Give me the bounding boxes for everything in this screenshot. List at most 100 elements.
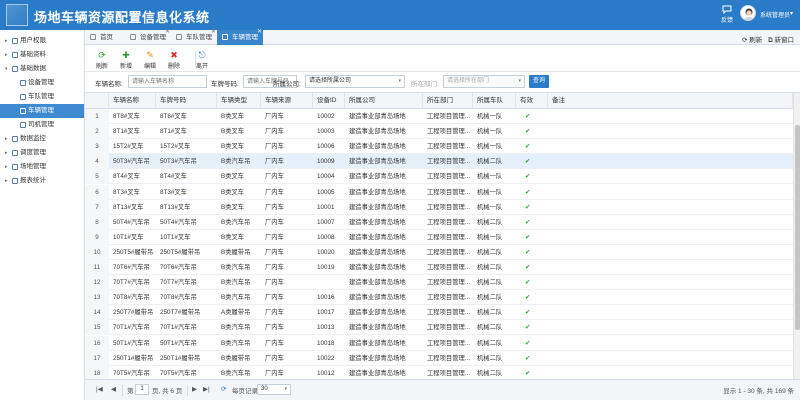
table-cell: 工程项目管理... <box>427 143 471 151</box>
table-row[interactable]: 8 50T4#汽车吊 50T4#汽车吊 B类汽车吊 厂内车 10007 建造事业部青岛场地 工… <box>85 214 793 230</box>
user-name[interactable]: 系统管理员 <box>760 10 790 19</box>
avatar[interactable] <box>740 5 756 21</box>
page-prefix: 第 <box>127 388 134 395</box>
chevron-icon: ▸ <box>5 164 8 170</box>
table-row[interactable]: 10 250T5#履带吊 250T5#履带吊 B类履带吊 厂内车 10020 建造事业部青岛… <box>85 244 793 260</box>
close-icon[interactable]: ✕ <box>257 25 262 40</box>
sidebar-item[interactable]: 司机管理 <box>0 118 84 132</box>
vertical-scrollbar[interactable] <box>793 93 800 380</box>
refresh-tab-button[interactable]: ⟳ 刷新 <box>742 34 762 44</box>
table-cell <box>548 336 588 351</box>
sidebar-item[interactable]: ▾ 基础数据 <box>0 62 84 76</box>
close-icon[interactable]: ✕ <box>165 25 170 40</box>
sidebar-item-label: 车辆管理 <box>28 107 54 114</box>
company-select[interactable]: 请选择所属公司 ▾ <box>305 75 405 88</box>
page-size-select[interactable]: 30 ▾ <box>257 384 291 395</box>
tab-fleet-management[interactable]: 车队管理 ✕ <box>171 29 217 45</box>
dept-label: 所在部门: <box>411 81 439 88</box>
add-button[interactable]: ✚ 新增 <box>115 50 137 70</box>
sidebar-item[interactable]: 车辆管理 <box>0 104 84 118</box>
tab-device-management[interactable]: 设备管理 ✕ <box>125 29 171 45</box>
vehicle-name-label: 车辆名称: <box>95 81 123 88</box>
table-row[interactable]: 15 70T1#汽车吊 70T1#汽车吊 B类汽车吊 厂内车 10013 建造事业部青岛场地… <box>85 320 793 336</box>
chevron-down-icon[interactable]: ▾ <box>790 10 793 17</box>
table-row[interactable]: 13 70T8#汽车吊 70T8#汽车吊 B类汽车吊 厂内车 10016 建造事业部青岛场地… <box>85 290 793 306</box>
table-row[interactable]: 18 70T5#汽车吊 70T5#汽车吊 B类汽车吊 厂内车 10012 建造事业部青岛场地… <box>85 365 793 380</box>
column-header[interactable]: 有效 <box>516 93 548 109</box>
page-icon <box>20 122 26 128</box>
close-icon[interactable]: ✕ <box>211 25 216 40</box>
table-row[interactable]: 16 50T1#汽车吊 50T1#汽车吊 B类汽车吊 厂内车 10018 建造事业部青岛场地… <box>85 335 793 351</box>
pager-refresh-icon[interactable]: ⟳ <box>221 385 226 393</box>
last-page-button[interactable]: ▶| <box>203 385 210 393</box>
search-button[interactable]: 查询 <box>529 75 549 88</box>
column-header[interactable]: 车辆类型 <box>217 93 261 109</box>
table-header: 车辆名称 车牌号码 车辆类型 车辆来源 设备ID 所属公司 所在部门 所属车队 有效 备注 <box>85 93 793 109</box>
scrollbar-thumb[interactable] <box>795 125 800 330</box>
sidebar-item[interactable]: ▸ 用户权限 <box>0 34 84 48</box>
column-header[interactable]: 车辆名称 <box>109 93 156 109</box>
table-cell: 70T1#汽车吊 <box>113 324 150 332</box>
next-page-button[interactable]: ▶ <box>192 385 197 393</box>
table-row[interactable]: 6 8T3#叉车 8T3#叉车 B类叉车 厂内车 10005 建造事业部青岛场地 工程项目管理… <box>85 184 793 200</box>
table-cell <box>548 109 588 124</box>
sidebar-item[interactable]: ▸ 场地管理 <box>0 160 84 174</box>
table-cell <box>548 215 588 230</box>
new-window-button[interactable]: ⧉ 新窗口 <box>768 34 794 45</box>
sidebar-item[interactable]: ▸ 调度管理 <box>0 146 84 160</box>
table-cell: 建造事业部青岛场地 <box>349 264 406 271</box>
delete-button[interactable]: ✖ 删除 <box>163 50 185 70</box>
column-header[interactable]: 车辆来源 <box>261 93 313 109</box>
column-header[interactable]: 所属公司 <box>345 93 423 109</box>
sidebar-item[interactable]: 车队管理 <box>0 90 84 104</box>
sidebar-item-label: 基础数据 <box>20 65 46 72</box>
table-cell: 厂内车 <box>265 143 284 151</box>
column-header[interactable]: 所属车队 <box>473 93 516 109</box>
chevron-icon: ▸ <box>5 52 8 58</box>
table-cell: 机械二队 <box>477 158 503 166</box>
table-row[interactable]: 17 250T1#履带吊 250T1#履带吊 B类履带吊 厂内车 10022 建造事业部青岛… <box>85 350 793 366</box>
sidebar-item[interactable]: 设备管理 <box>0 76 84 90</box>
table-cell: 机械二队 <box>477 309 503 317</box>
table-row[interactable]: 2 8T1#叉车 8T1#叉车 B类叉车 厂内车 10003 建造事业部青岛场地 工程项目管理… <box>85 124 793 140</box>
table-cell: 工程项目管理... <box>427 128 471 136</box>
column-header[interactable]: 所在部门 <box>423 93 473 109</box>
table-cell: 10001 <box>317 203 335 211</box>
valid-check-icon: ✔ <box>525 113 531 120</box>
sidebar-item[interactable]: ▸ 报表统计 <box>0 174 84 188</box>
tab-home[interactable]: 首页 <box>85 30 125 45</box>
table-row[interactable]: 4 50T3#汽车吊 50T3#汽车吊 B类汽车吊 厂内车 10009 建造事业部青岛场地 工… <box>85 154 793 170</box>
column-header[interactable]: 设备ID <box>313 93 345 109</box>
table-cell: B类叉车 <box>221 143 245 151</box>
sidebar-item[interactable]: ▸ 数据监控 <box>0 132 84 146</box>
table-row[interactable]: 1 8T8#叉车 8T8#叉车 B类叉车 厂内车 10002 建造事业部青岛场地 工程项目管理… <box>85 109 793 125</box>
first-page-button[interactable]: |◀ <box>96 385 103 393</box>
table-row[interactable]: 11 70T6#汽车吊 70T6#汽车吊 B类汽车吊 厂内车 10019 建造事业部青岛场地… <box>85 260 793 276</box>
sidebar-item-label: 报表统计 <box>20 177 46 184</box>
table-row[interactable]: 5 8T4#叉车 8T4#叉车 B类叉车 厂内车 10004 建造事业部青岛场地 工程项目管理… <box>85 169 793 185</box>
table-cell: 建造事业部青岛场地 <box>349 203 406 211</box>
dept-select[interactable]: 请选择所在部门 ▾ <box>443 75 525 88</box>
column-header[interactable]: 备注 <box>548 93 793 109</box>
table-row[interactable]: 7 8T13#叉车 8T13#叉车 B类叉车 厂内车 10001 建造事业部青岛场地 工程项目… <box>85 199 793 215</box>
refresh-button[interactable]: ⟳ 刷新 <box>91 50 113 70</box>
prev-page-button[interactable]: ◀ <box>111 385 116 393</box>
vehicle-name-input[interactable] <box>128 75 207 88</box>
row-number: 15 <box>85 320 109 336</box>
table-row[interactable]: 14 250T7#履带吊 250T7#履带吊 A类履带吊 厂内车 10017 建造事业部青岛… <box>85 305 793 321</box>
table-row[interactable]: 3 15T2#叉车 15T2#叉车 B类叉车 厂内车 10006 建造事业部青岛场地 工程项目… <box>85 139 793 155</box>
chevron-icon: ▸ <box>5 150 8 156</box>
table-cell: 机械二队 <box>477 339 503 347</box>
sidebar-item[interactable]: ▸ 基础资料 <box>0 48 84 62</box>
table-row[interactable]: 12 70T7#汽车吊 70T7#汽车吊 B类汽车吊 厂内车 建造事业部青岛场地 工程项目管… <box>85 275 793 291</box>
tab-vehicle-management[interactable]: 车辆管理 ✕ <box>217 29 263 45</box>
chevron-down-icon: ▾ <box>518 78 521 84</box>
edit-button[interactable]: ✎ 编辑 <box>139 50 161 70</box>
feedback-button[interactable]: 反馈 <box>715 5 739 24</box>
table-cell: 50T1#汽车吊 <box>113 339 150 347</box>
refresh-label: 刷新 <box>95 64 108 70</box>
exit-button[interactable]: ⎋ 离开 <box>191 50 213 70</box>
column-header[interactable]: 车牌号码 <box>156 93 217 109</box>
page-number-input[interactable]: 1 <box>135 384 149 395</box>
table-row[interactable]: 9 10T1#叉车 10T1#叉车 B类叉车 厂内车 10008 建造事业部青岛场地 工程项目… <box>85 229 793 245</box>
